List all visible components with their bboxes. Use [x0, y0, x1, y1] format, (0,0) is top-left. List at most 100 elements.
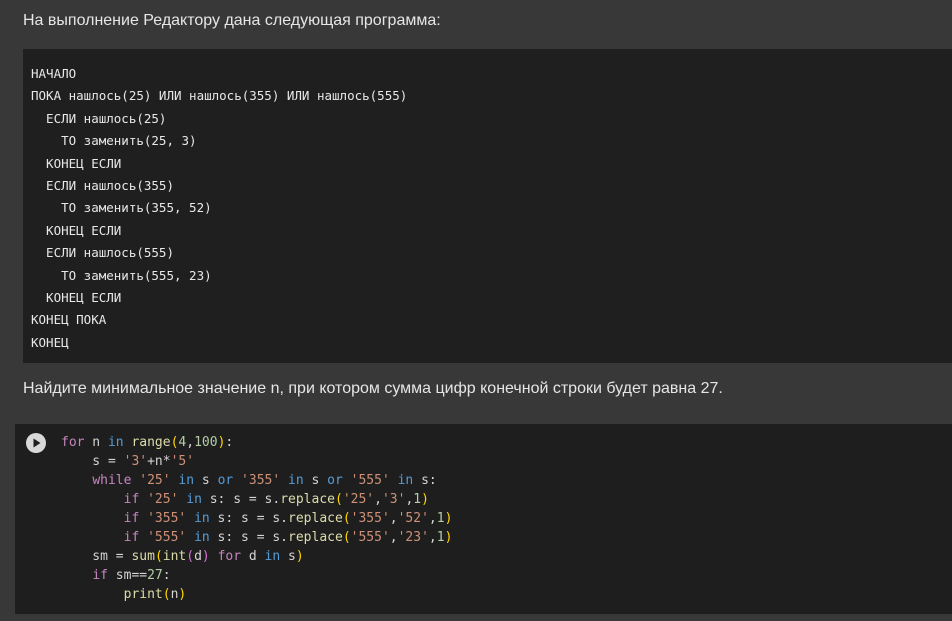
- code-token: ): [444, 530, 453, 545]
- code-token: or: [217, 473, 234, 488]
- code-token: d: [194, 549, 202, 564]
- intro-text: На выполнение Редактору дана следующая п…: [23, 12, 441, 29]
- code-line: s = '3'+n*'5': [61, 452, 452, 471]
- code-token: sm =: [61, 549, 132, 564]
- code-token: ): [295, 549, 304, 564]
- pseudocode-line: НАЧАЛО: [31, 66, 77, 81]
- code-token: '23': [397, 530, 429, 545]
- code-token: sm==: [107, 568, 148, 583]
- code-token: replace: [288, 530, 343, 545]
- code-token: if: [92, 568, 108, 583]
- run-cell-button[interactable]: [26, 433, 46, 453]
- pseudocode-line: ТО заменить(355, 52): [31, 200, 212, 216]
- question-text: Найдите минимальное значение n, при кото…: [23, 380, 723, 397]
- code-token: +n*: [147, 454, 171, 469]
- code-token: :: [225, 435, 234, 450]
- code-token: ): [421, 492, 429, 507]
- code-token: 1: [436, 530, 445, 545]
- code-token: 1: [413, 492, 422, 507]
- code-token: replace: [280, 492, 335, 507]
- code-token: '355': [241, 473, 281, 488]
- code-token: ,: [186, 435, 195, 450]
- code-token: in: [194, 511, 210, 526]
- code-token: if: [123, 492, 140, 507]
- code-token: s: s = s.: [209, 530, 289, 545]
- code-token: '3': [123, 454, 148, 469]
- code-token: ,: [374, 492, 382, 507]
- code-token: in: [107, 435, 124, 450]
- code-token: '355': [350, 511, 390, 526]
- code-token: '25': [139, 473, 171, 488]
- code-token: (: [162, 587, 171, 602]
- code-cell[interactable]: for n in range(4,100): s = '3'+n*'5' whi…: [15, 424, 952, 614]
- code-line: sm = sum(int(d) for d in s): [61, 547, 452, 566]
- code-line: if '555' in s: s = s.replace('555','23',…: [61, 528, 453, 547]
- code-line: if sm==27:: [61, 566, 452, 585]
- code-token: ,: [389, 530, 398, 545]
- code-token: in: [194, 530, 210, 545]
- code-token: ,: [428, 511, 437, 526]
- pseudocode-line: ЕСЛИ нашлось(555): [31, 245, 174, 261]
- code-token: s: s = s.: [201, 492, 281, 507]
- code-token: (: [154, 549, 163, 564]
- code-token: in: [178, 473, 195, 488]
- code-token: (: [342, 511, 351, 526]
- code-token: (: [334, 492, 343, 507]
- code-token: 27: [147, 568, 163, 583]
- code-token: s: [280, 549, 296, 564]
- code-token: n: [84, 435, 108, 450]
- code-token: s =: [61, 454, 124, 469]
- code-token: s:: [413, 473, 437, 488]
- code-token: for: [217, 549, 242, 564]
- pseudocode-line: ТО заменить(25, 3): [31, 133, 197, 149]
- code-token: for: [61, 435, 85, 450]
- code-token: '25': [147, 492, 179, 507]
- code-token: '3': [381, 492, 406, 507]
- code-token: range: [131, 435, 171, 450]
- code-editor[interactable]: for n in range(4,100): s = '3'+n*'5' whi…: [61, 433, 452, 604]
- code-token: (: [342, 530, 351, 545]
- code-line: if '25' in s: s = s.replace('25','3',1): [61, 490, 452, 509]
- code-line: if '355' in s: s = s.replace('355','52',…: [61, 509, 453, 528]
- code-token: in: [186, 492, 202, 507]
- play-icon: [33, 438, 41, 448]
- pseudocode-line: ЕСЛИ нашлось(355): [31, 177, 174, 193]
- code-token: ): [444, 511, 453, 526]
- code-token: '25': [342, 492, 375, 507]
- code-line: while '25' in s or '355' in s or '555' i…: [61, 471, 452, 490]
- code-token: or: [327, 473, 343, 488]
- code-token: ,: [428, 530, 437, 545]
- code-token: while: [92, 473, 132, 488]
- code-token: print: [123, 587, 163, 602]
- pseudocode-line: ЕСЛИ нашлось(25): [31, 110, 167, 126]
- code-token: '555': [147, 530, 187, 545]
- pseudocode-block: НАЧАЛО ПОКА нашлось(25) ИЛИ нашлось(355)…: [23, 49, 952, 363]
- pseudocode-line: КОНЕЦ ЕСЛИ: [31, 155, 122, 171]
- pseudocode-line: КОНЕЦ ЕСЛИ: [31, 222, 122, 238]
- code-token: d: [241, 549, 265, 564]
- code-token: '355': [147, 511, 187, 526]
- code-token: 100: [194, 435, 218, 450]
- code-token: replace: [288, 511, 343, 526]
- code-token: s: [194, 473, 218, 488]
- code-token: ,: [389, 511, 398, 526]
- code-token: 1: [436, 511, 445, 526]
- code-token: int: [162, 549, 187, 564]
- code-token: '5': [170, 454, 195, 469]
- code-token: (: [186, 549, 195, 564]
- code-line: for n in range(4,100):: [61, 433, 452, 452]
